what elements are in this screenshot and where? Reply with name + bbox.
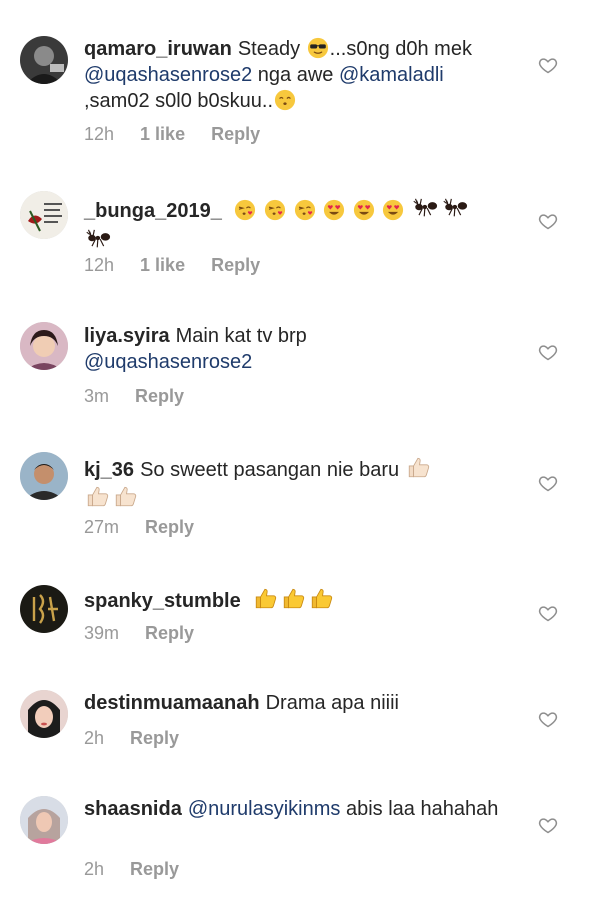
- comment-username[interactable]: qamaro_iruwan: [84, 38, 232, 60]
- comment-username[interactable]: _bunga_2019_: [84, 200, 222, 222]
- avatar[interactable]: [20, 36, 68, 84]
- heart-outline-icon[interactable]: [538, 473, 558, 493]
- comment-time: 2h: [84, 859, 105, 879]
- reply-button[interactable]: Reply: [130, 859, 179, 880]
- avatar[interactable]: [20, 585, 68, 633]
- thumbs-up-emoji-icon: [281, 585, 307, 611]
- face-blowing-kiss-emoji-icon: [294, 199, 316, 221]
- sunglasses-emoji-icon: [307, 37, 329, 59]
- kissing-face-emoji-icon: [274, 89, 296, 111]
- heart-eyes-emoji-icon: [353, 199, 375, 221]
- comment-meta: 39m Reply: [84, 623, 194, 644]
- heart-outline-icon[interactable]: [538, 342, 558, 362]
- mention-link[interactable]: @uqashasenrose2: [84, 64, 252, 86]
- reply-button[interactable]: Reply: [130, 728, 179, 749]
- face-blowing-kiss-emoji-icon: [264, 199, 286, 221]
- comment-username[interactable]: shaasnida: [84, 798, 182, 820]
- heart-outline-icon[interactable]: [538, 55, 558, 75]
- comment-meta: 12h 1 like Reply: [84, 124, 260, 145]
- mention-link[interactable]: @kamaladli: [339, 64, 444, 86]
- likes-count[interactable]: 1 like: [140, 255, 185, 276]
- reply-button[interactable]: Reply: [211, 255, 260, 276]
- comment-text: _bunga_2019_: [84, 193, 504, 255]
- comment-meta: 12h 1 like Reply: [84, 255, 260, 276]
- comment-time: 2h: [84, 728, 105, 748]
- thumbs-up-emoji-icon: [309, 585, 335, 611]
- heart-outline-icon[interactable]: [538, 815, 558, 835]
- ant-emoji-icon: [442, 193, 470, 221]
- ant-emoji-icon: [85, 224, 113, 252]
- comment-time: 27m: [84, 517, 120, 537]
- thumbs-up-emoji-icon: [406, 454, 432, 480]
- comment-meta: 3m Reply: [84, 386, 184, 407]
- comment-text: shaasnida @nurulasyikinms abis laa hahaha…: [84, 798, 499, 820]
- comment-meta: 2h Reply: [84, 728, 179, 749]
- comment-username[interactable]: destinmuamaanah: [84, 692, 260, 714]
- comment-text: destinmuamaanah Drama apa niiii: [84, 692, 399, 714]
- reply-button[interactable]: Reply: [145, 517, 194, 538]
- comment-text: qamaro_iruwan Steady ...s0ng d0h mek @uqa…: [84, 37, 472, 112]
- heart-outline-icon[interactable]: [538, 709, 558, 729]
- comment-time: 12h: [84, 255, 115, 275]
- comment-meta: 27m Reply: [84, 517, 194, 538]
- reply-button[interactable]: Reply: [211, 124, 260, 145]
- mention-link[interactable]: @nurulasyikinms: [188, 798, 341, 820]
- heart-eyes-emoji-icon: [323, 199, 345, 221]
- thumbs-up-emoji-icon: [113, 483, 139, 509]
- comment-text: kj_36 So sweett pasangan nie baru: [84, 454, 504, 512]
- comment-username[interactable]: spanky_stumble: [84, 590, 241, 612]
- comment-meta: 2h Reply: [84, 859, 179, 880]
- face-blowing-kiss-emoji-icon: [234, 199, 256, 221]
- mention-link[interactable]: @uqashasenrose2: [84, 351, 252, 373]
- avatar[interactable]: [20, 452, 68, 500]
- heart-outline-icon[interactable]: [538, 211, 558, 231]
- avatar[interactable]: [20, 796, 68, 844]
- comment-text: liya.syira Main kat tv brp @uqashasenrose…: [84, 325, 307, 373]
- thumbs-up-emoji-icon: [253, 585, 279, 611]
- thumbs-up-emoji-icon: [85, 483, 111, 509]
- heart-eyes-emoji-icon: [382, 199, 404, 221]
- reply-button[interactable]: Reply: [135, 386, 184, 407]
- comment-username[interactable]: kj_36: [84, 459, 134, 481]
- avatar[interactable]: [20, 191, 68, 239]
- comment-username[interactable]: liya.syira: [84, 325, 170, 347]
- ant-emoji-icon: [412, 193, 440, 221]
- comment-time: 12h: [84, 124, 115, 144]
- comment-text: spanky_stumble: [84, 585, 504, 614]
- reply-button[interactable]: Reply: [145, 623, 194, 644]
- likes-count[interactable]: 1 like: [140, 124, 185, 145]
- comment-time: 39m: [84, 623, 120, 643]
- comment-time: 3m: [84, 386, 110, 406]
- avatar[interactable]: [20, 690, 68, 738]
- avatar[interactable]: [20, 322, 68, 370]
- heart-outline-icon[interactable]: [538, 603, 558, 623]
